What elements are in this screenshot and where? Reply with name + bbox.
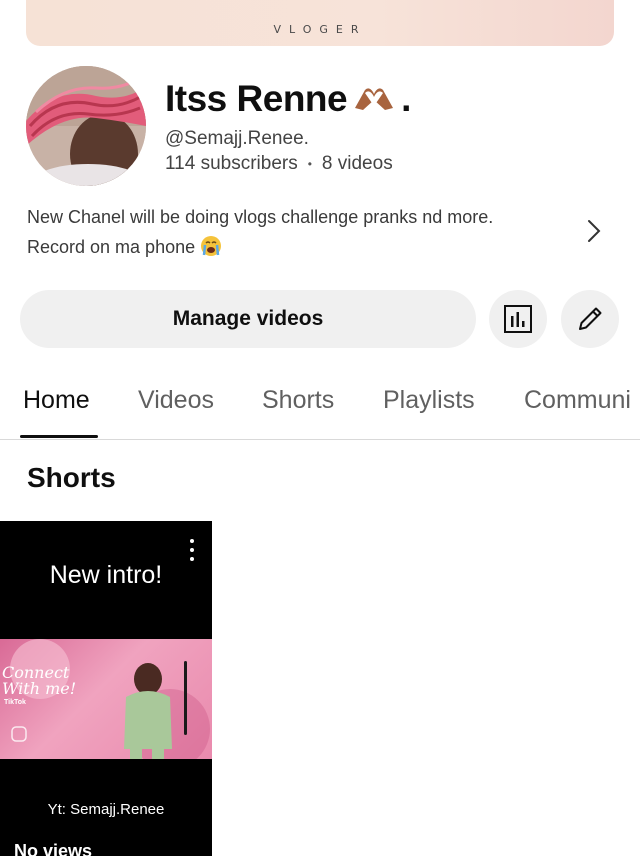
channel-avatar[interactable] — [26, 66, 146, 186]
channel-name-text: Itss Renne — [165, 78, 348, 119]
chevron-right-icon[interactable] — [584, 218, 604, 244]
pencil-icon — [579, 307, 602, 330]
short-views: No views — [14, 841, 93, 856]
heart-hands-icon — [355, 88, 394, 110]
manage-videos-button[interactable]: Manage videos — [20, 290, 476, 348]
short-overlay-brand: TikTok — [4, 699, 26, 706]
tab-community[interactable]: Communi — [524, 386, 631, 415]
tab-videos[interactable]: Videos — [138, 386, 214, 415]
short-thumbnail: Connect With me! TikTok — [0, 639, 212, 759]
more-vert-icon[interactable] — [184, 539, 200, 561]
short-caption: Yt: Semajj.Renee — [47, 801, 165, 818]
analytics-button[interactable] — [489, 290, 547, 348]
channel-description[interactable]: New Chanel will be doing vlogs challenge… — [27, 202, 577, 262]
shorts-section-title: Shorts — [27, 462, 116, 493]
short-title: New intro! — [49, 561, 163, 589]
description-line-1: New Chanel will be doing vlogs challenge… — [27, 207, 494, 227]
analytics-icon — [504, 305, 532, 333]
description-line-2: Record on ma phone — [27, 237, 196, 257]
tab-shorts[interactable]: Shorts — [262, 386, 334, 415]
description-line-2-row: Record on ma phone — [27, 232, 577, 262]
channel-name: Itss Renne . — [165, 78, 411, 120]
channel-handle: @Semajj.Renee. — [165, 128, 309, 149]
channel-banner: VLOGER — [26, 0, 614, 46]
edit-channel-button[interactable] — [561, 290, 619, 348]
subscriber-count: 114 subscribers — [165, 153, 298, 174]
stats-separator: • — [307, 157, 312, 171]
active-tab-indicator — [20, 435, 98, 438]
channel-name-suffix: . — [401, 78, 411, 119]
video-count: 8 videos — [321, 153, 393, 174]
crying-face-icon — [201, 236, 222, 256]
short-overlay-script: Connect With me! — [2, 663, 77, 698]
banner-text: VLOGER — [273, 23, 367, 36]
channel-tabs: Home Videos Shorts Playlists Communi — [0, 372, 640, 440]
short-card[interactable]: New intro! Connect With me! TikTok Yt: S… — [0, 521, 212, 856]
tab-home[interactable]: Home — [23, 386, 90, 415]
tab-playlists[interactable]: Playlists — [383, 386, 475, 415]
channel-stats: 114 subscribers • 8 videos — [165, 153, 393, 175]
